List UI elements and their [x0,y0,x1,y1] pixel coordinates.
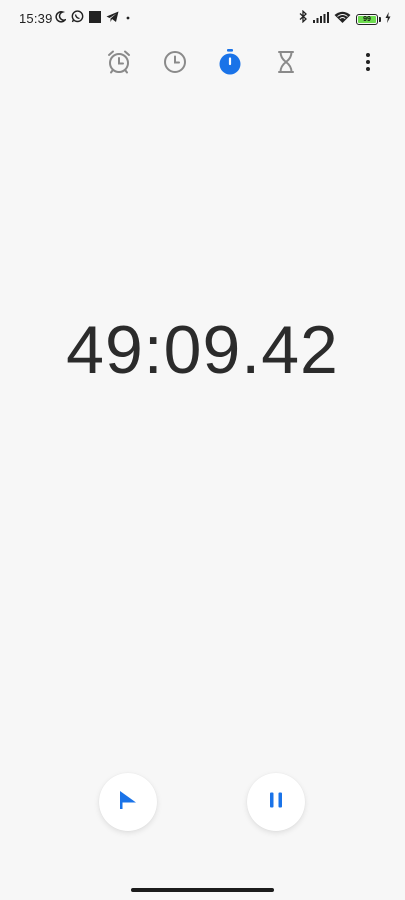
tab-bar [0,44,405,84]
status-system-icons: 99 [299,9,391,28]
tab-clock[interactable] [161,50,189,78]
stopwatch-icon [217,48,243,81]
clock-icon [162,49,188,80]
more-options-button[interactable] [354,50,382,78]
pause-button[interactable] [247,773,305,831]
battery-level: 99 [363,15,371,23]
status-bar: 15:39 99 [0,0,405,36]
pause-icon [266,790,286,815]
telegram-icon [106,10,119,28]
timer-hourglass-icon [274,49,298,80]
status-notification-icons [55,10,132,28]
moon-icon [55,10,68,28]
stopwatch-time: 49:09.42 [66,312,339,388]
home-indicator[interactable] [131,888,274,892]
charging-icon [385,10,391,28]
wifi-icon [334,10,351,28]
lap-button[interactable] [99,773,157,831]
alarm-icon [106,49,132,80]
tab-timer[interactable] [272,50,300,78]
square-notification-icon [89,10,101,28]
bluetooth-icon [299,9,308,28]
tab-alarm[interactable] [105,50,133,78]
tab-stopwatch[interactable] [216,48,244,81]
whatsapp-icon [71,10,84,28]
flag-icon [117,789,139,816]
battery-icon: 99 [356,13,381,25]
status-time: 15:39 [19,11,53,26]
dot-icon [124,10,132,28]
more-vert-icon [365,52,371,77]
signal-icon [313,10,329,28]
